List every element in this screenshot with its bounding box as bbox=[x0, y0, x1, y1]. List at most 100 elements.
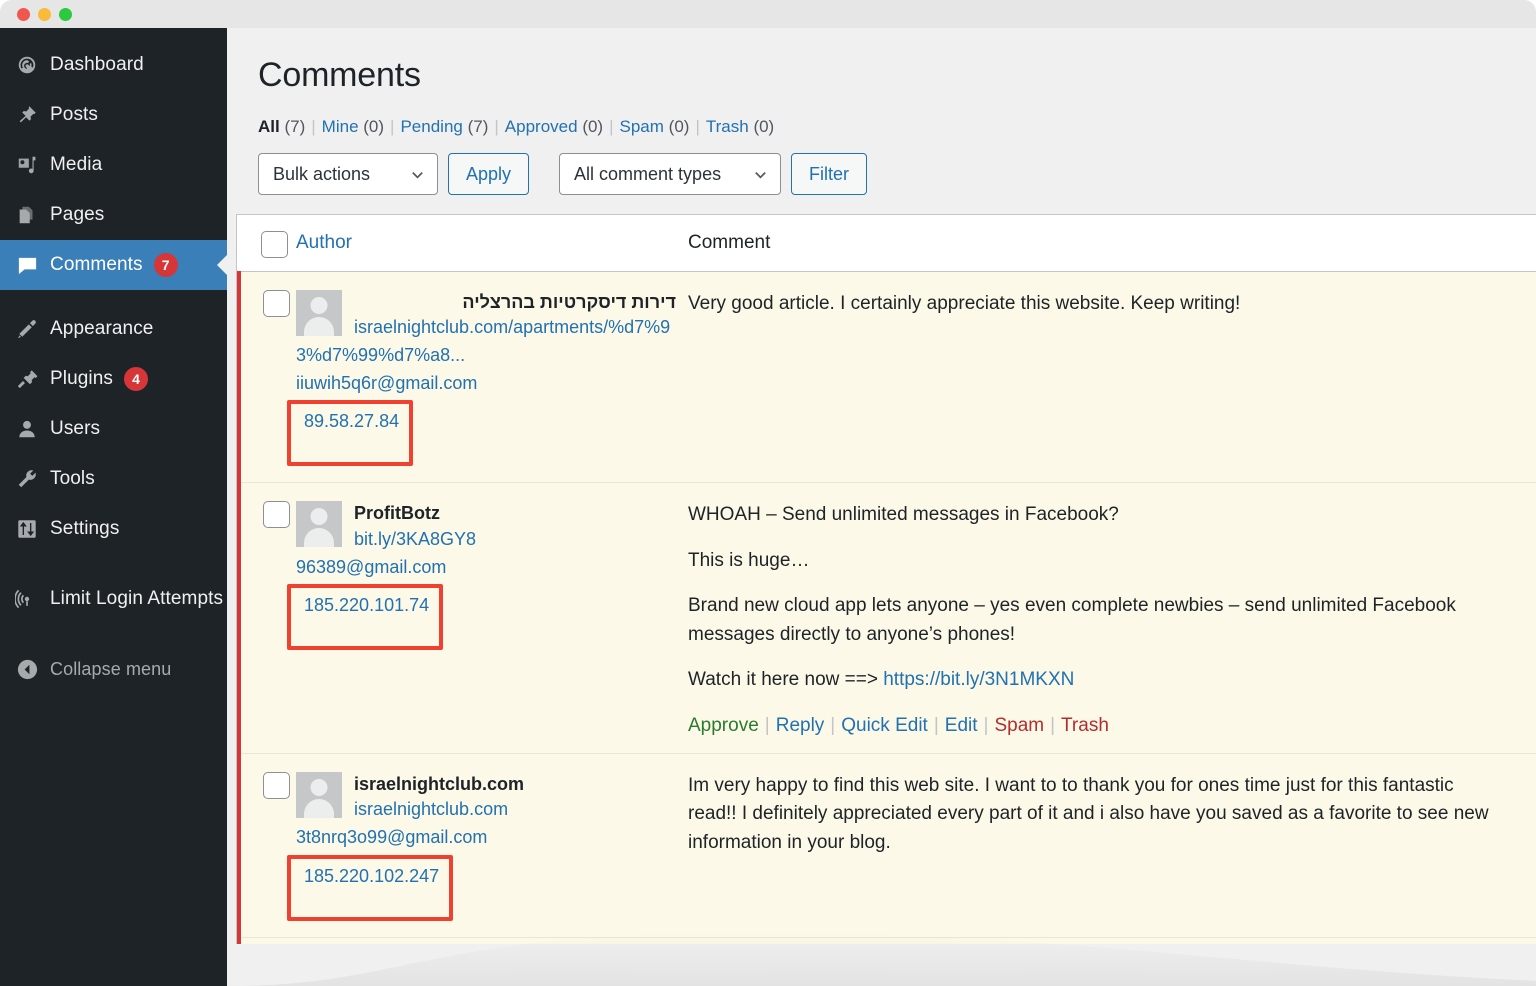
media-icon bbox=[10, 154, 44, 176]
row-action-trash[interactable]: Trash bbox=[1061, 715, 1109, 736]
sidebar-item-label: Tools bbox=[50, 468, 95, 490]
row-action-reply[interactable]: Reply bbox=[776, 715, 825, 736]
row-select-checkbox[interactable] bbox=[263, 501, 290, 528]
comment-types-select[interactable]: All comment types bbox=[559, 153, 781, 195]
table-row: Cryptobit.ly/3iCfby089646@gmail.com38.24… bbox=[239, 937, 1536, 944]
sidebar-item-settings[interactable]: Settings bbox=[0, 504, 227, 554]
author-cell: israelnightclub.comisraelnightclub.com3t… bbox=[296, 753, 688, 937]
row-select-checkbox[interactable] bbox=[263, 290, 290, 317]
comments-table-container: Author Comment דירות דיסקרטיות בהרצליהis… bbox=[236, 214, 1536, 944]
chevron-down-icon bbox=[753, 167, 768, 182]
row-actions: Approve|Reply|Quick Edit|Edit|Spam|Trash bbox=[688, 715, 1506, 737]
author-cell: Cryptobit.ly/3iCfby089646@gmail.com38.24… bbox=[296, 937, 688, 944]
sidebar-separator bbox=[0, 630, 227, 644]
status-link-approved[interactable]: Approved bbox=[505, 117, 578, 136]
comments-table-body: דירות דיסקרטיות בהרצליהisraelnightclub.c… bbox=[239, 271, 1536, 944]
row-action-approve[interactable]: Approve bbox=[688, 715, 759, 736]
sidebar-item-users[interactable]: Users bbox=[0, 404, 227, 454]
comment-header-label: Comment bbox=[688, 232, 770, 253]
table-row: דירות דיסקרטיות בהרצליהisraelnightclub.c… bbox=[239, 271, 1536, 483]
sidebar-item-tools[interactable]: Tools bbox=[0, 454, 227, 504]
user-icon bbox=[10, 418, 44, 440]
author-url-link[interactable]: israelnightclub.com/apartments/%d7%93%d7… bbox=[296, 314, 676, 370]
author-url-link[interactable]: bit.ly/3KA8GY8 bbox=[296, 526, 676, 554]
comment-paragraph: Brand new cloud app lets anyone – yes ev… bbox=[688, 592, 1506, 649]
sidebar-item-comments[interactable]: Comments 7 bbox=[0, 240, 227, 290]
comment-paragraph: Im very happy to find this web site. I w… bbox=[688, 772, 1506, 858]
table-row: ProfitBotzbit.ly/3KA8GY896389@gmail.com1… bbox=[239, 483, 1536, 754]
fingerprint-icon bbox=[10, 587, 44, 611]
status-link-spam[interactable]: Spam bbox=[620, 117, 664, 136]
comment-external-link[interactable]: https://bit.ly/3N1MKXN bbox=[883, 669, 1074, 690]
row-action-separator: | bbox=[765, 715, 770, 736]
row-action-separator: | bbox=[1050, 715, 1055, 736]
sidebar-item-label: Limit Login Attempts bbox=[50, 586, 223, 612]
sidebar-item-limit-login-attempts[interactable]: Limit Login Attempts bbox=[0, 568, 227, 630]
admin-sidebar: Dashboard Posts Media bbox=[0, 28, 227, 986]
close-window-button[interactable] bbox=[17, 8, 30, 21]
select-all-checkbox[interactable] bbox=[261, 231, 288, 258]
sidebar-item-media[interactable]: Media bbox=[0, 140, 227, 190]
table-header-row: Author Comment bbox=[239, 215, 1536, 271]
select-all-header bbox=[239, 215, 296, 271]
status-link-trash[interactable]: Trash bbox=[706, 117, 749, 136]
row-select-cell bbox=[239, 483, 296, 754]
status-link-mine[interactable]: Mine bbox=[322, 117, 359, 136]
ip-highlight-annotation: 185.220.102.247 bbox=[287, 855, 453, 921]
comment-column-header: Comment bbox=[688, 215, 1536, 271]
comment-status-filter-links: All (7)|Mine (0)|Pending (7)|Approved (0… bbox=[227, 95, 1536, 137]
filter-button[interactable]: Filter bbox=[791, 153, 867, 195]
dashboard-icon bbox=[10, 54, 44, 76]
row-action-spam[interactable]: Spam bbox=[994, 715, 1044, 736]
row-select-cell bbox=[239, 271, 296, 483]
sidebar-item-plugins[interactable]: Plugins 4 bbox=[0, 354, 227, 404]
bulk-actions-select[interactable]: Bulk actions bbox=[258, 153, 438, 195]
author-email-link[interactable]: 3t8nrq3o99@gmail.com bbox=[296, 824, 676, 852]
sidebar-item-posts[interactable]: Posts bbox=[0, 90, 227, 140]
minimize-window-button[interactable] bbox=[38, 8, 51, 21]
row-select-checkbox[interactable] bbox=[263, 772, 290, 799]
sidebar-item-collapse-menu[interactable]: Collapse menu bbox=[0, 644, 227, 694]
sliders-icon bbox=[10, 518, 44, 540]
sidebar-separator bbox=[0, 554, 227, 568]
sidebar-item-label: Plugins bbox=[50, 368, 113, 390]
browser-window: Dashboard Posts Media bbox=[0, 0, 1536, 986]
avatar bbox=[296, 290, 342, 336]
author-cell: ProfitBotzbit.ly/3KA8GY896389@gmail.com1… bbox=[296, 483, 688, 754]
author-header-label[interactable]: Author bbox=[296, 232, 352, 253]
apply-button[interactable]: Apply bbox=[448, 153, 529, 195]
row-select-cell bbox=[239, 753, 296, 937]
zoom-window-button[interactable] bbox=[59, 8, 72, 21]
comments-table: Author Comment דירות דיסקרטיות בהרצליהis… bbox=[237, 215, 1536, 944]
avatar bbox=[296, 501, 342, 547]
author-ip-link[interactable]: 185.220.102.247 bbox=[304, 863, 439, 891]
comment-paragraph: Watch it here now ==> https://bit.ly/3N1… bbox=[688, 666, 1506, 695]
table-navigation-top: Bulk actions Apply All comment types Fil… bbox=[227, 137, 1536, 195]
sidebar-item-label: Pages bbox=[50, 204, 104, 226]
main-content: Comments All (7)|Mine (0)|Pending (7)|Ap… bbox=[227, 28, 1536, 986]
author-ip-link[interactable]: 89.58.27.84 bbox=[304, 408, 399, 436]
comment-cell: $300-$500 Daily With Crypto – https://bi… bbox=[688, 937, 1536, 944]
page-title: Comments bbox=[227, 28, 1536, 95]
comment-types-value: All comment types bbox=[574, 164, 721, 185]
comment-cell: WHOAH – Send unlimited messages in Faceb… bbox=[688, 483, 1536, 754]
row-action-quick-edit[interactable]: Quick Edit bbox=[841, 715, 928, 736]
row-action-edit[interactable]: Edit bbox=[945, 715, 978, 736]
author-ip-link[interactable]: 185.220.101.74 bbox=[304, 592, 429, 620]
window-titlebar bbox=[0, 0, 1536, 28]
status-link-pending[interactable]: Pending bbox=[400, 117, 462, 136]
sidebar-item-pages[interactable]: Pages bbox=[0, 190, 227, 240]
author-email-link[interactable]: 96389@gmail.com bbox=[296, 554, 676, 582]
row-action-separator: | bbox=[934, 715, 939, 736]
author-email-link[interactable]: iiuwih5q6r@gmail.com bbox=[296, 370, 676, 398]
paintbrush-icon bbox=[10, 318, 44, 340]
author-url-link[interactable]: israelnightclub.com bbox=[296, 796, 676, 824]
plugins-count-badge: 4 bbox=[124, 367, 148, 391]
status-link-all[interactable]: All (7) bbox=[258, 117, 305, 136]
author-cell: דירות דיסקרטיות בהרצליהisraelnightclub.c… bbox=[296, 271, 688, 483]
sidebar-item-appearance[interactable]: Appearance bbox=[0, 304, 227, 354]
sidebar-item-dashboard[interactable]: Dashboard bbox=[0, 40, 227, 90]
sidebar-item-label: Media bbox=[50, 154, 102, 176]
chevron-down-icon bbox=[410, 167, 425, 182]
comments-count-badge: 7 bbox=[154, 253, 178, 277]
